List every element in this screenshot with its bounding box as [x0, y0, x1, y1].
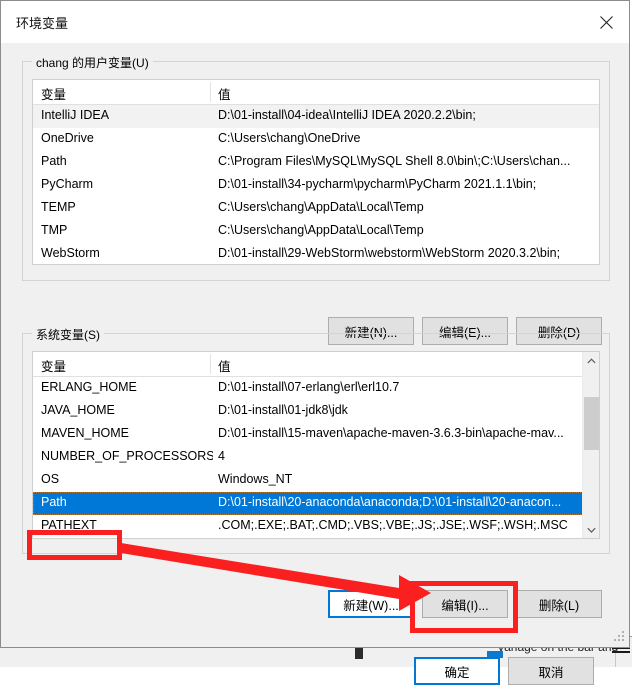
cancel-button[interactable]: 取消	[508, 657, 594, 685]
cell-variable-value: D:\01-install\15-maven\apache-maven-3.6.…	[218, 426, 564, 440]
table-row[interactable]: TMP C:\Users\chang\AppData\Local\Temp	[33, 220, 599, 243]
resize-grip[interactable]	[613, 631, 626, 644]
cell-variable-value: D:\01-install\04-idea\IntelliJ IDEA 2020…	[218, 108, 476, 122]
cell-variable-name: OneDrive	[41, 131, 94, 145]
cell-variable-name: PyCharm	[41, 177, 94, 191]
dialog-client-area: chang 的用户变量(U) 变量 值 IntelliJ IDEA D:\01-…	[1, 43, 629, 685]
table-row[interactable]: ERLANG_HOME D:\01-install\07-erlang\erl\…	[33, 377, 599, 400]
dialog-titlebar: 环境变量	[1, 1, 629, 43]
cell-variable-name: Path	[41, 495, 67, 509]
system-variables-list[interactable]: 变量 值 ERLANG_HOME D:\01-install\07-erlang…	[32, 351, 600, 539]
cell-variable-value: C:\Program Files\MySQL\MySQL Shell 8.0\b…	[218, 154, 571, 168]
user-variables-group: chang 的用户变量(U) 变量 值 IntelliJ IDEA D:\01-…	[22, 54, 610, 281]
user-column-divider[interactable]	[210, 82, 211, 102]
cell-variable-name: MAVEN_HOME	[41, 426, 129, 440]
close-icon[interactable]	[583, 1, 629, 43]
system-column-header-value[interactable]: 值	[218, 356, 231, 375]
system-column-divider[interactable]	[210, 354, 211, 374]
user-variables-header: 变量 值	[33, 80, 599, 105]
user-variables-caption: chang 的用户变量(U)	[32, 54, 153, 71]
cell-variable-name: NUMBER_OF_PROCESSORS	[41, 449, 213, 463]
chevron-down-icon[interactable]	[583, 521, 599, 538]
cell-variable-name: WebStorm	[41, 246, 100, 260]
table-row[interactable]: PyCharm D:\01-install\34-pycharm\pycharm…	[33, 174, 599, 197]
table-row[interactable]: Path C:\Program Files\MySQL\MySQL Shell …	[33, 151, 599, 174]
cell-variable-value: 4	[218, 449, 225, 463]
scrollbar-thumb[interactable]	[584, 397, 599, 450]
system-new-button[interactable]: 新建(W)...	[328, 590, 414, 618]
cell-variable-name: PATHEXT	[41, 518, 97, 532]
system-delete-button[interactable]: 删除(L)	[516, 590, 602, 618]
ok-button[interactable]: 确定	[414, 657, 500, 685]
environment-variables-dialog: 环境变量 chang 的用户变量(U) 变量 值 IntelliJ IDEA D…	[0, 0, 630, 685]
table-row[interactable]: PATHEXT .COM;.EXE;.BAT;.CMD;.VBS;.VBE;.J…	[33, 515, 599, 538]
system-list-scrollbar[interactable]	[582, 352, 599, 538]
cell-variable-value: D:\01-install\07-erlang\erl\erl10.7	[218, 380, 400, 394]
cell-variable-value: D:\01-install\34-pycharm\pycharm\PyCharm…	[218, 177, 537, 191]
cell-variable-value: C:\Users\chang\OneDrive	[218, 131, 361, 145]
table-row[interactable]: JAVA_HOME D:\01-install\01-jdk8\jdk	[33, 400, 599, 423]
table-row[interactable]: MAVEN_HOME D:\01-install\15-maven\apache…	[33, 423, 599, 446]
user-variables-list[interactable]: 变量 值 IntelliJ IDEA D:\01-install\04-idea…	[32, 79, 600, 265]
table-row[interactable]: WebStorm D:\01-install\29-WebStorm\webst…	[33, 243, 599, 264]
system-variables-rows: ERLANG_HOME D:\01-install\07-erlang\erl\…	[33, 377, 599, 538]
user-column-header-value[interactable]: 值	[218, 84, 231, 103]
cell-variable-value: D:\01-install\20-anaconda\anaconda;D:\01…	[218, 495, 562, 509]
cell-variable-name: TEMP	[41, 200, 76, 214]
table-row[interactable]: TEMP C:\Users\chang\AppData\Local\Temp	[33, 197, 599, 220]
table-row[interactable]: OS Windows_NT	[33, 469, 599, 492]
dialog-title: 环境变量	[16, 16, 69, 31]
cell-variable-name: TMP	[41, 223, 68, 237]
cell-variable-name: ERLANG_HOME	[41, 380, 137, 394]
system-variables-caption: 系统变量(S)	[32, 326, 104, 343]
table-row-selected[interactable]: Path D:\01-install\20-anaconda\anaconda;…	[33, 492, 599, 515]
system-variables-group: 系统变量(S) 变量 值 ERLANG_HOME D:\01-install\0…	[22, 326, 610, 554]
system-column-header-variable[interactable]: 变量	[41, 356, 66, 375]
system-edit-button[interactable]: 编辑(I)...	[422, 590, 508, 618]
table-row[interactable]: OneDrive C:\Users\chang\OneDrive	[33, 128, 599, 151]
cell-variable-value: C:\Users\chang\AppData\Local\Temp	[218, 223, 424, 237]
cell-variable-name: OS	[41, 472, 60, 486]
user-column-header-variable[interactable]: 变量	[41, 84, 66, 103]
chevron-up-icon[interactable]	[583, 352, 599, 369]
cell-variable-value: Windows_NT	[218, 472, 293, 486]
cell-variable-name: JAVA_HOME	[41, 403, 115, 417]
cell-variable-name: Path	[41, 154, 67, 168]
table-row[interactable]: NUMBER_OF_PROCESSORS 4	[33, 446, 599, 469]
system-variables-header: 变量 值	[33, 352, 599, 377]
user-variables-rows: IntelliJ IDEA D:\01-install\04-idea\Inte…	[33, 105, 599, 264]
cell-variable-value: D:\01-install\01-jdk8\jdk	[218, 403, 348, 417]
cell-variable-value: .COM;.EXE;.BAT;.CMD;.VBS;.VBE;.JS;.JSE;.…	[218, 518, 568, 532]
table-row[interactable]: IntelliJ IDEA D:\01-install\04-idea\Inte…	[33, 105, 599, 128]
cell-variable-value: D:\01-install\29-WebStorm\webstorm\WebSt…	[218, 246, 561, 260]
cell-variable-name: IntelliJ IDEA	[41, 108, 110, 122]
cell-variable-value: C:\Users\chang\AppData\Local\Temp	[218, 200, 424, 214]
